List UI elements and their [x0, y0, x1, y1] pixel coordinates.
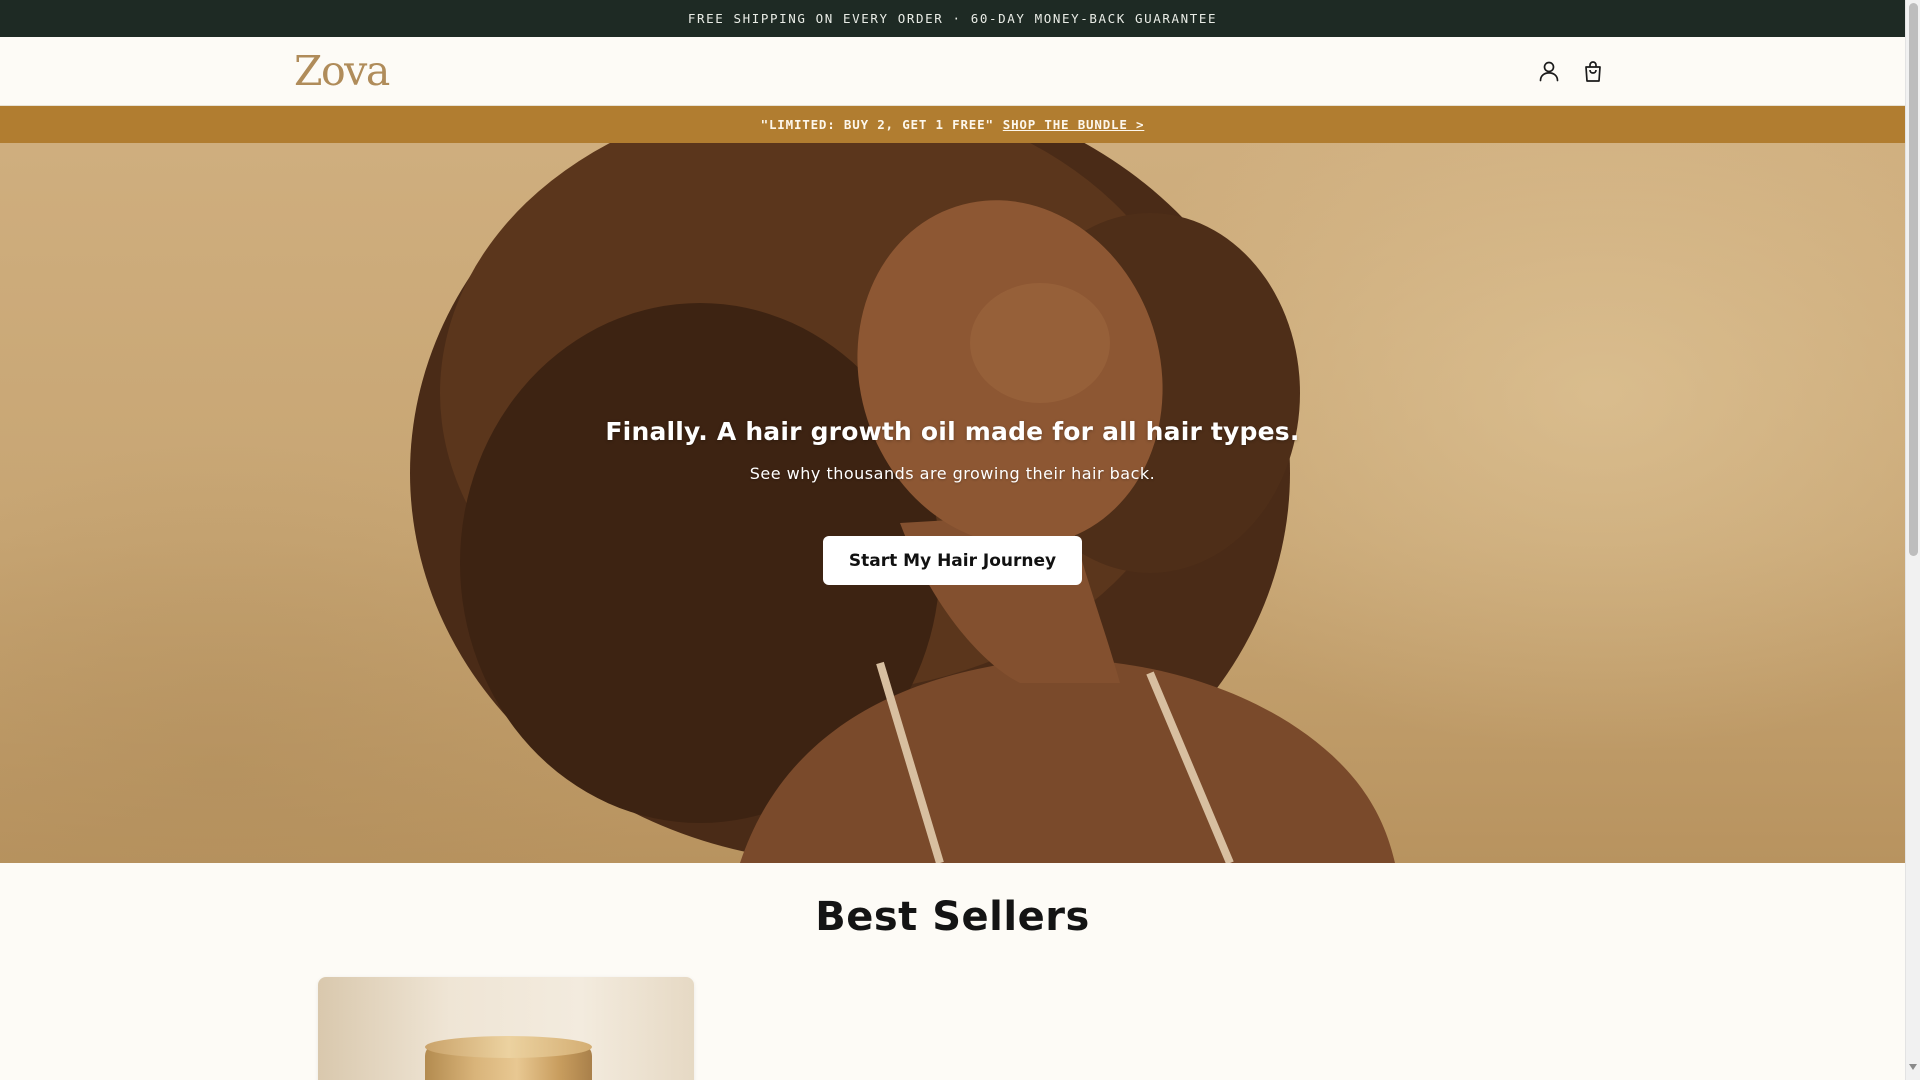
- product-card[interactable]: [318, 977, 694, 1080]
- hero-headline: Finally. A hair growth oil made for all …: [605, 417, 1300, 446]
- promo-text: "LIMITED: BUY 2, GET 1 FREE": [760, 117, 994, 132]
- best-sellers-title: Best Sellers: [815, 894, 1090, 940]
- site-header: Zova: [0, 37, 1905, 106]
- hero-image: [410, 143, 1395, 863]
- scroll-down-arrow-icon[interactable]: [1909, 1064, 1917, 1070]
- page-scrollbar[interactable]: [1905, 0, 1920, 1080]
- start-journey-button[interactable]: Start My Hair Journey: [823, 536, 1082, 585]
- cart-icon[interactable]: [1578, 56, 1608, 86]
- shop-bundle-link[interactable]: SHOP THE BUNDLE >: [1003, 117, 1145, 132]
- product-jar-lid: [425, 1036, 592, 1058]
- hero-banner: Finally. A hair growth oil made for all …: [0, 143, 1905, 863]
- announcement-text: FREE SHIPPING ON EVERY ORDER · 60-DAY MO…: [687, 11, 1218, 26]
- promo-bar: "LIMITED: BUY 2, GET 1 FREE" SHOP THE BU…: [0, 106, 1905, 143]
- scroll-thumb[interactable]: [1909, 3, 1918, 556]
- announcement-bar: FREE SHIPPING ON EVERY ORDER · 60-DAY MO…: [0, 0, 1905, 37]
- hero-subheadline: See why thousands are growing their hair…: [749, 464, 1156, 483]
- brand-logo[interactable]: Zova: [294, 47, 390, 95]
- account-icon[interactable]: [1534, 56, 1564, 86]
